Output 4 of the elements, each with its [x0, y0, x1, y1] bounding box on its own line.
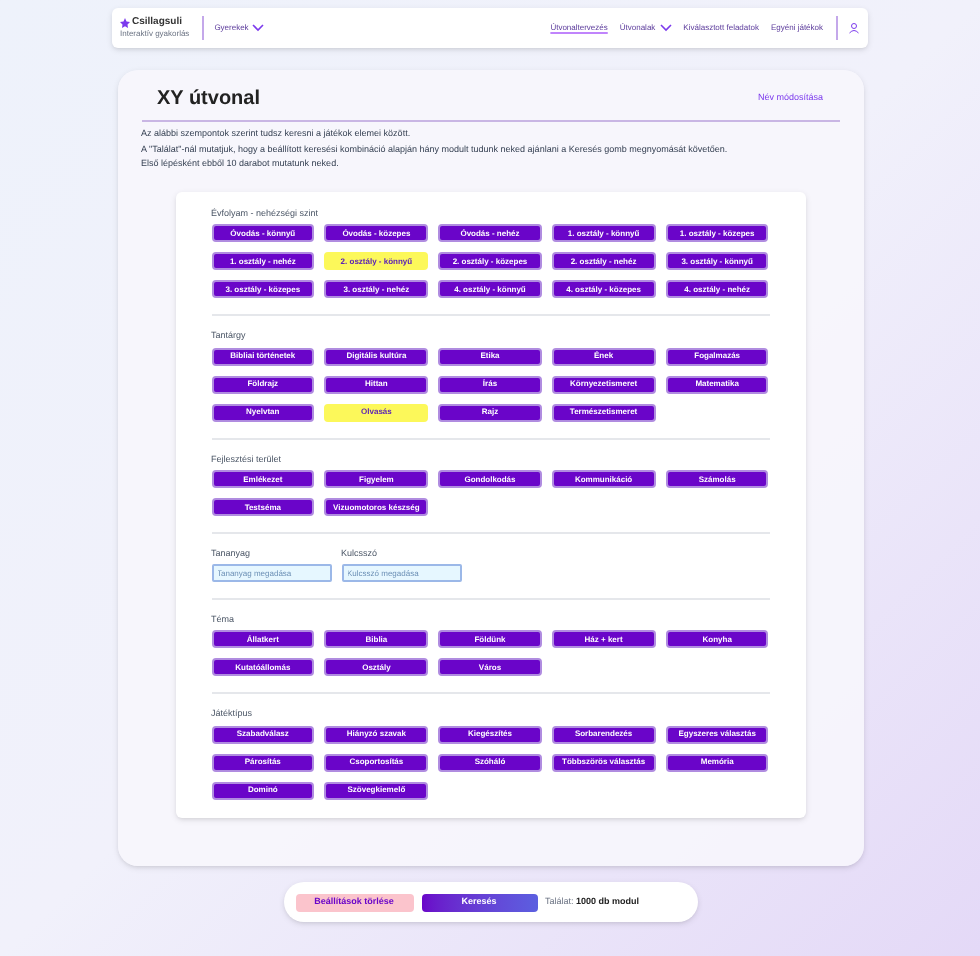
- chevron-down-icon: [252, 24, 265, 32]
- logo-icon: [120, 18, 130, 28]
- page-title: XY útvonal: [157, 86, 260, 114]
- user-icon[interactable]: [848, 22, 860, 34]
